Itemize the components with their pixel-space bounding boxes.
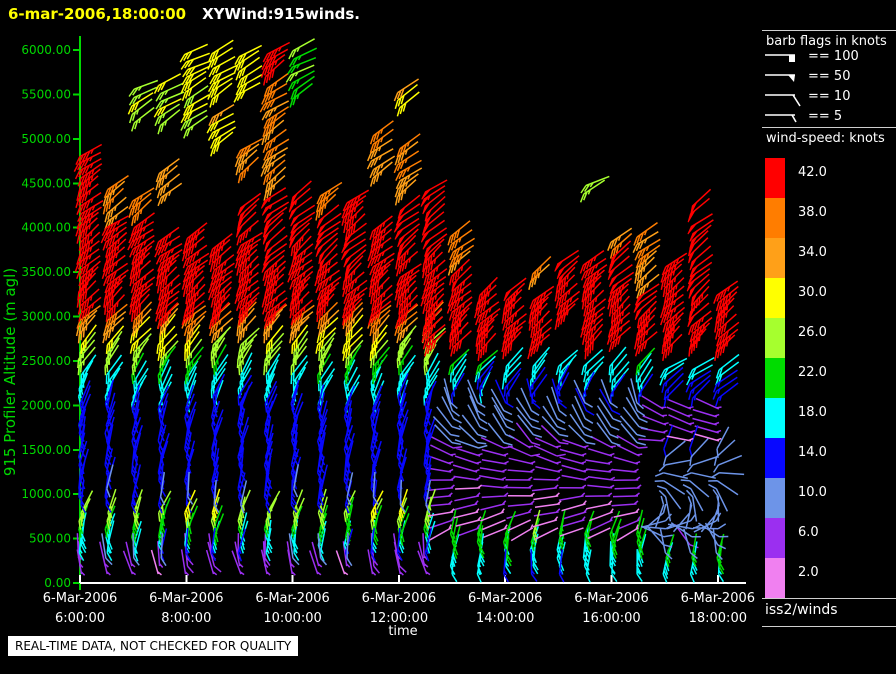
svg-text:4500.00: 4500.00 [21,176,71,190]
svg-text:10:00:00: 10:00:00 [263,611,321,626]
wind-barb-plot: 6000.00 5500.00 5000.00 4500.00 4000.00 3500.… [1,36,755,639]
svg-text:16:00:00: 16:00:00 [582,611,640,626]
svg-text:6-Mar-2006: 6-Mar-2006 [468,591,542,606]
plot-title: XYWind:915winds. [202,5,360,23]
svg-text:time: time [388,624,417,639]
svg-text:4000.00: 4000.00 [21,221,71,235]
quality-notice: REAL-TIME DATA, NOT CHECKED FOR QUALITY [8,636,299,656]
svg-text:6000.00: 6000.00 [21,43,71,57]
svg-text:0.00: 0.00 [44,576,71,590]
svg-text:6:00:00: 6:00:00 [55,611,105,626]
wind-barbs [73,38,745,583]
svg-text:5000.00: 5000.00 [21,132,71,146]
svg-text:6-Mar-2006: 6-Mar-2006 [681,591,755,606]
title-datetime: 6-mar-2006,18:00:00 [8,5,187,23]
svg-text:2500.00: 2500.00 [21,354,71,368]
svg-text:6-Mar-2006: 6-Mar-2006 [362,591,436,606]
svg-text:915 Profiler Altitude (m agl): 915 Profiler Altitude (m agl) [1,268,19,476]
svg-text:18:00:00: 18:00:00 [689,611,747,626]
svg-text:3500.00: 3500.00 [21,265,71,279]
svg-text:14:00:00: 14:00:00 [476,611,534,626]
svg-text:500.00: 500.00 [29,532,71,546]
title-bar: 6-mar-2006,18:00:00 XYWind:915winds. [8,5,360,23]
svg-text:1500.00: 1500.00 [21,443,71,457]
svg-text:1000.00: 1000.00 [21,487,71,501]
svg-text:6-Mar-2006: 6-Mar-2006 [255,591,329,606]
svg-text:8:00:00: 8:00:00 [161,611,211,626]
svg-text:5500.00: 5500.00 [21,87,71,101]
svg-text:2000.00: 2000.00 [21,398,71,412]
svg-text:6-Mar-2006: 6-Mar-2006 [43,591,117,606]
svg-text:6-Mar-2006: 6-Mar-2006 [149,591,223,606]
xywind-window: 6000.00 5500.00 5000.00 4500.00 4000.00 3500.… [0,0,896,674]
svg-text:6-Mar-2006: 6-Mar-2006 [574,591,648,606]
svg-text:3000.00: 3000.00 [21,310,71,324]
